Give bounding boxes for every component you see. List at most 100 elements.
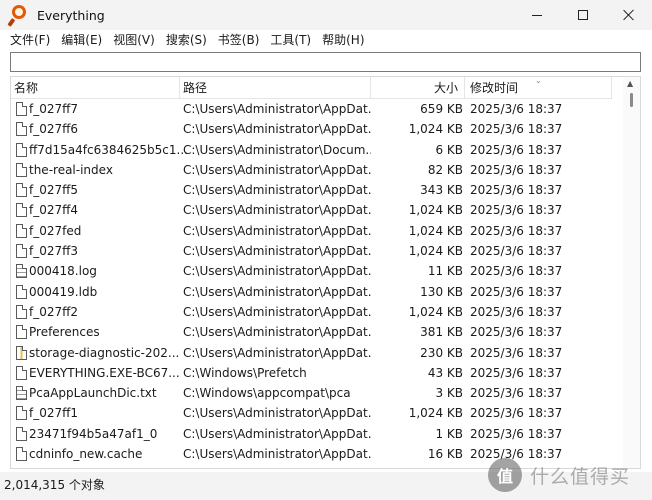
file-path: C:\Users\Administrator\AppDat... xyxy=(183,122,371,137)
menu-file[interactable]: 文件(F) xyxy=(6,31,54,49)
table-row[interactable]: storage-diagnostic-202... C:\Users\Admini… xyxy=(11,343,612,363)
file-path: C:\Users\Administrator\AppDat... xyxy=(183,406,371,421)
file-icon-cell xyxy=(14,444,28,464)
file-icon-cell xyxy=(14,302,28,322)
file-size: 1,024 KB xyxy=(408,304,463,319)
minimize-button[interactable] xyxy=(514,0,560,30)
file-modified: 2025/3/6 18:37 xyxy=(470,345,563,360)
file-icon-cell xyxy=(14,241,28,261)
column-header-size[interactable]: 大小 xyxy=(371,77,465,99)
table-row[interactable]: 23471f94b5a47af1_0 C:\Users\Administrator… xyxy=(11,424,612,444)
table-row[interactable]: Preferences C:\Users\Administrator\AppDat… xyxy=(11,322,612,342)
table-row[interactable]: PcaAppLaunchDic.txt C:\Windows\appcompat\… xyxy=(11,383,612,403)
file-path: C:\Users\Administrator\AppDat... xyxy=(183,102,371,116)
table-row[interactable]: 000418.log C:\Users\Administrator\AppDat.… xyxy=(11,261,612,281)
file-path: C:\Users\Administrator\AppDat... xyxy=(183,162,371,177)
file-path: C:\Users\Administrator\Docum... xyxy=(183,142,371,157)
scroll-thumb[interactable] xyxy=(630,93,633,107)
file-size: 1,024 KB xyxy=(408,203,463,218)
file-modified: 2025/3/6 18:37 xyxy=(470,386,563,401)
file-icon xyxy=(16,406,27,421)
everything-app-icon[interactable] xyxy=(7,4,32,27)
watermark: 值 什么值得买 xyxy=(488,458,648,492)
file-modified: 2025/3/6 18:37 xyxy=(470,304,563,319)
text-file-icon xyxy=(16,386,27,401)
file-icon xyxy=(16,325,27,340)
column-header-path[interactable]: 路径 xyxy=(180,77,371,99)
file-modified: 2025/3/6 18:37 xyxy=(470,183,563,198)
file-modified: 2025/3/6 18:37 xyxy=(470,223,563,238)
table-row[interactable]: f_027ff5 C:\Users\Administrator\AppDat...… xyxy=(11,180,612,200)
file-icon xyxy=(16,426,27,441)
file-name: f_027ff2 xyxy=(29,304,79,319)
file-modified: 2025/3/6 18:37 xyxy=(470,102,563,116)
table-row[interactable]: f_027ff7 C:\Users\Administrator\AppDat...… xyxy=(11,99,612,119)
table-row[interactable]: f_027ff3 C:\Users\Administrator\AppDat...… xyxy=(11,241,612,261)
file-modified: 2025/3/6 18:37 xyxy=(470,122,563,137)
file-size: 659 KB xyxy=(420,102,463,116)
file-name: EVERYTHING.EXE-BC67... xyxy=(29,365,180,380)
file-icon-cell xyxy=(14,383,28,403)
file-name: Preferences xyxy=(29,325,100,340)
watermark-badge: 值 xyxy=(488,458,522,492)
file-size: 1,024 KB xyxy=(408,406,463,421)
menu-search[interactable]: 搜索(S) xyxy=(162,31,211,49)
file-icon-cell xyxy=(14,140,28,160)
file-size: 230 KB xyxy=(420,345,463,360)
file-icon-cell xyxy=(14,282,28,302)
search-input[interactable] xyxy=(10,52,641,72)
file-name: PcaAppLaunchDic.txt xyxy=(29,386,157,401)
table-row[interactable]: ff7d15a4fc6384625b5c1... C:\Users\Adminis… xyxy=(11,140,612,160)
menu-view[interactable]: 视图(V) xyxy=(109,31,159,49)
table-row[interactable]: the-real-index C:\Users\Administrator\App… xyxy=(11,160,612,180)
results-list[interactable]: 名称 路径 大小 修改时间 ⌄ f_027ff7 C:\Users\Adminis… xyxy=(10,76,641,469)
title-bar: Everything xyxy=(0,0,652,30)
file-size: 11 KB xyxy=(427,264,463,279)
close-icon xyxy=(623,9,635,21)
file-path: C:\Users\Administrator\AppDat... xyxy=(183,426,371,441)
file-icon-cell xyxy=(14,221,28,241)
file-path: C:\Users\Administrator\AppDat... xyxy=(183,325,371,340)
file-icon xyxy=(16,447,27,462)
menu-edit[interactable]: 编辑(E) xyxy=(57,31,106,49)
file-icon xyxy=(16,304,27,319)
maximize-button[interactable] xyxy=(560,0,606,30)
window-controls xyxy=(514,0,652,30)
close-button[interactable] xyxy=(606,0,652,30)
table-row[interactable]: EVERYTHING.EXE-BC67... C:\Windows\Prefetc… xyxy=(11,363,612,383)
file-size: 3 KB xyxy=(435,386,463,401)
menu-bar: 文件(F) 编辑(E) 视图(V) 搜索(S) 书签(B) 工具(T) 帮助(H… xyxy=(0,30,652,50)
file-modified: 2025/3/6 18:37 xyxy=(470,142,563,157)
table-row[interactable]: f_027ff4 C:\Users\Administrator\AppDat...… xyxy=(11,200,612,220)
table-row[interactable]: f_027ff2 C:\Users\Administrator\AppDat...… xyxy=(11,302,612,322)
file-icon-cell xyxy=(14,322,28,342)
table-row[interactable]: f_027ff1 C:\Users\Administrator\AppDat...… xyxy=(11,403,612,423)
scroll-up-arrow-icon[interactable]: ▲ xyxy=(627,79,633,88)
file-icon-cell xyxy=(14,343,28,363)
file-modified: 2025/3/6 18:37 xyxy=(470,264,563,279)
file-path: C:\Users\Administrator\AppDat... xyxy=(183,345,371,360)
menu-tools[interactable]: 工具(T) xyxy=(266,31,315,49)
file-modified: 2025/3/6 18:37 xyxy=(470,325,563,340)
table-row[interactable]: f_027ff6 C:\Users\Administrator\AppDat...… xyxy=(11,119,612,139)
file-icon-cell xyxy=(14,261,28,281)
file-size: 381 KB xyxy=(420,325,463,340)
file-rows: f_027ff7 C:\Users\Administrator\AppDat...… xyxy=(11,99,612,464)
file-icon-cell xyxy=(14,160,28,180)
table-row[interactable]: 000419.ldb C:\Users\Administrator\AppDat.… xyxy=(11,282,612,302)
file-icon xyxy=(16,183,27,198)
column-header-name[interactable]: 名称 xyxy=(11,77,180,99)
minimize-icon xyxy=(532,14,542,16)
file-icon xyxy=(16,244,27,259)
file-modified: 2025/3/6 18:37 xyxy=(470,203,563,218)
file-size: 1 KB xyxy=(435,426,463,441)
file-icon xyxy=(16,142,27,157)
window-title: Everything xyxy=(37,7,105,23)
file-modified: 2025/3/6 18:37 xyxy=(470,426,563,441)
vertical-scrollbar[interactable]: ▲ xyxy=(623,77,640,468)
file-path: C:\Users\Administrator\AppDat... xyxy=(183,244,371,259)
file-name: f_027ff6 xyxy=(29,122,79,137)
table-row[interactable]: f_027fed C:\Users\Administrator\AppDat...… xyxy=(11,221,612,241)
menu-bookmarks[interactable]: 书签(B) xyxy=(214,31,264,49)
menu-help[interactable]: 帮助(H) xyxy=(318,31,368,49)
